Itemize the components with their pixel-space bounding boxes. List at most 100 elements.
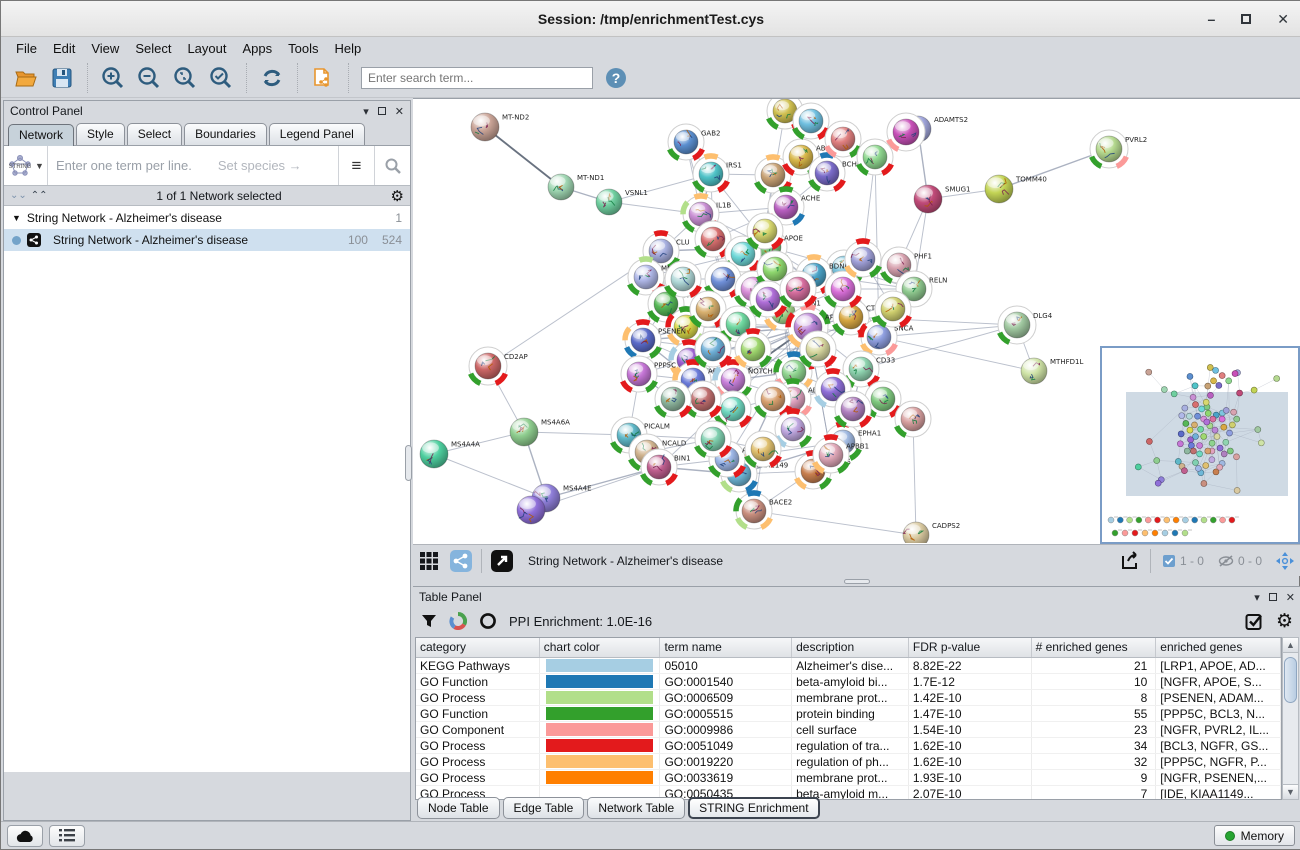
protein-node[interactable] xyxy=(735,331,771,367)
panel-float-icon[interactable] xyxy=(1269,593,1277,601)
network-options-gear-icon[interactable]: ⚙ xyxy=(391,187,404,205)
column-header[interactable]: enriched genes xyxy=(1156,638,1281,657)
panel-float-icon[interactable] xyxy=(378,107,386,115)
protein-node[interactable] xyxy=(887,113,925,151)
column-header[interactable]: term name xyxy=(660,638,792,657)
pie-chart-icon[interactable] xyxy=(449,612,467,630)
birds-eye-navigator[interactable] xyxy=(1100,346,1300,544)
network-collection-row[interactable]: ▼ String Network - Alzheimer's disease 1 xyxy=(4,207,410,229)
scroll-down-arrow[interactable]: ▼ xyxy=(1283,784,1298,799)
tab-string-enrichment[interactable]: STRING Enrichment xyxy=(688,797,819,819)
zoom-out-button[interactable] xyxy=(136,65,162,91)
protein-node[interactable]: BCHE xyxy=(809,155,861,191)
protein-node[interactable]: BIN1 xyxy=(641,449,691,485)
table-row[interactable]: GO FunctionGO:0001540beta-amyloid bi...1… xyxy=(416,674,1281,690)
panel-menu-icon[interactable]: ▾ xyxy=(1254,591,1260,604)
open-in-new-window-icon[interactable] xyxy=(488,548,516,574)
column-header[interactable]: category xyxy=(416,638,540,657)
menu-help[interactable]: Help xyxy=(328,39,369,58)
expand-all-icon[interactable]: ⌃⌃ xyxy=(31,190,48,201)
string-protein-query-icon[interactable]: STRING ▼ xyxy=(4,146,48,185)
set-species-hint[interactable]: Set species → xyxy=(218,158,302,173)
tab-network[interactable]: Network xyxy=(8,124,74,146)
tab-select[interactable]: Select xyxy=(127,123,182,145)
grid-view-icon[interactable] xyxy=(415,548,443,574)
task-history-icon[interactable] xyxy=(49,825,85,847)
protein-node[interactable]: MS4A4A xyxy=(420,440,480,468)
protein-node[interactable]: SMUG1 xyxy=(914,185,970,213)
protein-node[interactable] xyxy=(780,271,816,307)
protein-node[interactable] xyxy=(747,213,783,249)
protein-node[interactable] xyxy=(800,331,836,367)
protein-node[interactable] xyxy=(665,261,701,297)
protein-node[interactable]: CADPS2 xyxy=(903,522,960,543)
menu-edit[interactable]: Edit xyxy=(46,39,82,58)
panel-close-icon[interactable]: ✕ xyxy=(1286,591,1295,604)
menu-file[interactable]: File xyxy=(9,39,44,58)
table-row[interactable]: GO ComponentGO:0009986cell surface1.54E-… xyxy=(416,722,1281,738)
string-search-button[interactable] xyxy=(374,146,410,185)
table-row[interactable]: KEGG Pathways05010Alzheimer's dise...8.8… xyxy=(416,658,1281,674)
refresh-button[interactable] xyxy=(259,65,285,91)
select-terms-checkbox-icon[interactable] xyxy=(1245,612,1264,631)
protein-node[interactable] xyxy=(695,331,731,367)
protein-node[interactable]: DLG4 xyxy=(998,306,1053,344)
network-row[interactable]: String Network - Alzheimer's disease 100… xyxy=(4,229,410,251)
ring-chart-icon[interactable] xyxy=(479,612,497,630)
save-session-button[interactable] xyxy=(49,65,75,91)
string-share-icon[interactable] xyxy=(447,548,475,574)
protein-node[interactable] xyxy=(793,103,829,139)
network-canvas[interactable]: MT-ND2MT-ND1VSNL1GAB2ADAMTS2PVRL2TOMM40S… xyxy=(413,98,1300,544)
protein-node[interactable] xyxy=(655,381,691,417)
protein-node[interactable] xyxy=(825,121,861,157)
collapse-all-icon[interactable]: ⌄⌄ xyxy=(10,190,27,201)
vertical-splitter-grip[interactable] xyxy=(405,445,412,481)
menu-layout[interactable]: Layout xyxy=(180,39,233,58)
protein-node[interactable] xyxy=(775,411,811,447)
table-vertical-scrollbar[interactable]: ▲ ▼ xyxy=(1282,637,1299,800)
minimize-button[interactable]: – xyxy=(1207,11,1215,27)
close-button[interactable]: ✕ xyxy=(1277,11,1289,28)
column-header[interactable]: description xyxy=(792,638,909,657)
protein-node[interactable] xyxy=(857,139,893,175)
zoom-fit-button[interactable] xyxy=(172,65,198,91)
protein-node[interactable] xyxy=(835,391,871,427)
protein-node[interactable] xyxy=(845,241,881,277)
panel-menu-icon[interactable]: ▾ xyxy=(363,105,369,118)
protein-node[interactable] xyxy=(745,431,781,467)
column-header[interactable]: FDR p-value xyxy=(909,638,1032,657)
help-icon[interactable]: ? xyxy=(603,65,629,91)
table-row[interactable]: GO ProcessGO:0019220regulation of ph...1… xyxy=(416,754,1281,770)
tab-network-table[interactable]: Network Table xyxy=(587,797,685,819)
column-header[interactable]: # enriched genes xyxy=(1032,638,1157,657)
filter-icon[interactable] xyxy=(421,613,437,629)
menu-select[interactable]: Select xyxy=(128,39,178,58)
automation-cloud-icon[interactable] xyxy=(7,825,43,847)
protein-node[interactable]: BACE2 xyxy=(736,493,792,529)
table-row[interactable]: GO ProcessGO:0006509membrane prot...1.42… xyxy=(416,690,1281,706)
zoom-in-button[interactable] xyxy=(100,65,126,91)
protein-node[interactable] xyxy=(755,381,791,417)
protein-node[interactable]: MTHFD1L xyxy=(1021,358,1083,384)
menu-view[interactable]: View xyxy=(84,39,126,58)
protein-node[interactable] xyxy=(895,401,931,437)
protein-node[interactable]: VSNL1 xyxy=(596,189,648,215)
open-session-button[interactable] xyxy=(13,65,39,91)
collapse-triangle-icon[interactable]: ▼ xyxy=(12,213,21,223)
horizontal-splitter[interactable] xyxy=(413,576,1300,586)
tab-boundaries[interactable]: Boundaries xyxy=(184,123,267,145)
network-from-file-button[interactable] xyxy=(310,65,336,91)
string-term-input[interactable]: Enter one term per line. Set species → xyxy=(48,158,338,173)
menu-tools[interactable]: Tools xyxy=(281,39,325,58)
tab-style[interactable]: Style xyxy=(76,123,125,145)
tab-node-table[interactable]: Node Table xyxy=(417,797,500,819)
enrichment-table[interactable]: categorychart colorterm namedescriptionF… xyxy=(415,637,1282,800)
memory-button[interactable]: Memory xyxy=(1214,825,1295,846)
table-settings-gear-icon[interactable]: ⚙ xyxy=(1276,610,1293,633)
maximize-button[interactable] xyxy=(1241,14,1251,24)
scroll-up-arrow[interactable]: ▲ xyxy=(1283,638,1298,653)
protein-node[interactable]: MT-ND2 xyxy=(471,113,529,141)
table-row[interactable]: GO ProcessGO:0033619membrane prot...1.93… xyxy=(416,770,1281,786)
tab-legend-panel[interactable]: Legend Panel xyxy=(269,123,365,145)
table-row[interactable]: GO FunctionGO:0005515protein binding1.47… xyxy=(416,706,1281,722)
